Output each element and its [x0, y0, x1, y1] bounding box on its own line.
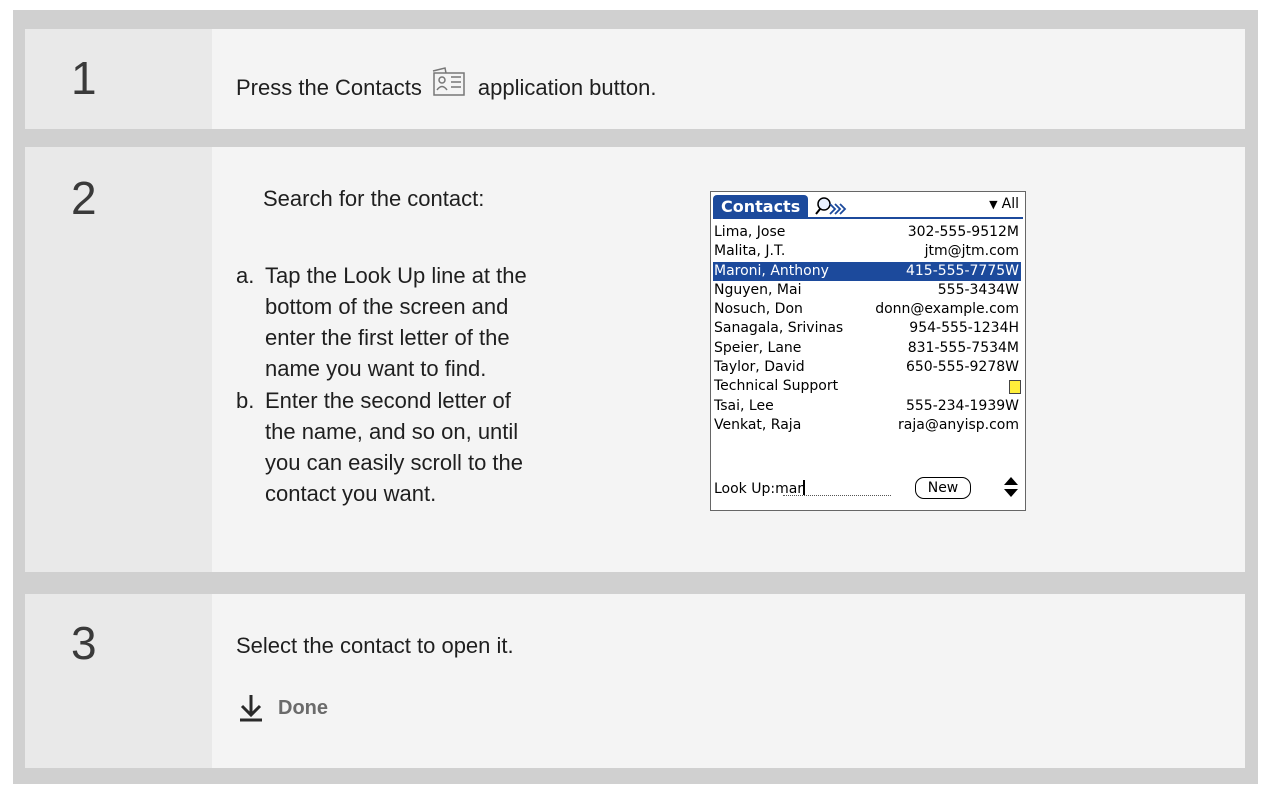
- step-number: 3: [71, 617, 97, 669]
- new-button[interactable]: New: [915, 477, 971, 499]
- contact-name: Malita, J.T.: [714, 243, 786, 260]
- contact-name: Maroni, Anthony: [714, 262, 829, 279]
- contact-row[interactable]: Sanagala, Srivinas 954-555-1234H: [713, 319, 1021, 338]
- contact-detail: 555-234-1939W: [905, 397, 1019, 414]
- contact-name: Taylor, David: [714, 359, 805, 376]
- substep-letter: b.: [236, 388, 255, 413]
- substep-text: Enter the second letter of the name, and…: [265, 388, 524, 506]
- contacts-card-icon: [430, 65, 470, 99]
- note-icon[interactable]: [1009, 380, 1021, 395]
- contact-name: Speier, Lane: [714, 339, 802, 356]
- contact-row[interactable]: Taylor, David 650-555-9278W: [713, 358, 1021, 377]
- step-number-panel: 2: [25, 147, 212, 572]
- palm-title[interactable]: Contacts: [713, 195, 809, 218]
- palm-contacts-screenshot: Contacts ▼ All Lima, Jose 302-555-9512M Mal…: [710, 191, 1026, 511]
- contact-name: Venkat, Raja: [714, 416, 802, 433]
- contact-name: Tsai, Lee: [714, 397, 774, 414]
- contact-row[interactable]: Nosuch, Don donn@example.com: [713, 300, 1021, 319]
- step-3: 3 Select the contact to open it. Done: [25, 594, 1245, 768]
- contact-list: Lima, Jose 302-555-9512M Malita, J.T. jtm@j…: [713, 223, 1021, 435]
- step-3-text: Select the contact to open it.: [236, 633, 514, 658]
- lookup-underline: [783, 495, 891, 496]
- palm-title-rule: [713, 217, 1023, 219]
- step-body: Press the Contacts application button.: [212, 29, 1245, 129]
- contact-detail: 555-3434W: [937, 281, 1019, 298]
- contact-row[interactable]: Malita, J.T. jtm@jtm.com: [713, 242, 1021, 261]
- category-label: All: [1001, 196, 1019, 212]
- substep-letter: a.: [236, 263, 255, 288]
- contact-name: Nguyen, Mai: [714, 281, 802, 298]
- contact-detail: 415-555-7775W: [905, 262, 1019, 279]
- step-number: 1: [71, 52, 97, 104]
- contact-name: Technical Support: [714, 378, 839, 395]
- dropdown-triangle-icon: ▼: [989, 198, 998, 211]
- contact-name: Lima, Jose: [714, 224, 786, 240]
- category-dropdown[interactable]: ▼ All: [989, 196, 1019, 212]
- scroll-arrows-icon[interactable]: [1003, 476, 1019, 498]
- contact-row[interactable]: Speier, Lane 831-555-7534M: [713, 339, 1021, 358]
- contact-row[interactable]: Tsai, Lee 555-234-1939W: [713, 397, 1021, 416]
- contact-name: Nosuch, Don: [714, 301, 803, 318]
- contact-detail: raja@anyisp.com: [898, 416, 1019, 433]
- step-1-text: Press the Contacts application button.: [236, 67, 657, 105]
- contact-detail: 831-555-7534M: [907, 339, 1019, 356]
- substep-text: Tap the Look Up line at the bottom of th…: [265, 263, 527, 381]
- step-body: Search for the contact: a. Tap the Look …: [212, 147, 1245, 572]
- contact-detail: donn@example.com: [875, 301, 1019, 318]
- step-2: 2 Search for the contact: a. Tap the Loo…: [25, 147, 1245, 572]
- contact-row[interactable]: Technical Support: [713, 377, 1021, 396]
- step-number: 2: [71, 172, 97, 224]
- contact-detail: 650-555-9278W: [905, 359, 1019, 376]
- contact-row[interactable]: Lima, Jose 302-555-9512M: [713, 223, 1021, 242]
- contact-detail: 302-555-9512M: [907, 224, 1019, 240]
- step-1: 1 Press the Contacts application button.: [25, 29, 1245, 129]
- step-2-intro: Search for the contact:: [263, 186, 485, 211]
- contact-row[interactable]: Nguyen, Mai 555-3434W: [713, 281, 1021, 300]
- substep-a: a. Tap the Look Up line at the bottom of…: [236, 260, 556, 390]
- done-label: Done: [278, 696, 328, 719]
- text-cursor: [803, 480, 806, 495]
- steps-frame: 1 Press the Contacts application button.…: [13, 10, 1258, 784]
- contact-detail: jtm@jtm.com: [924, 243, 1019, 260]
- substep-b: b. Enter the second letter of the name, …: [236, 385, 556, 515]
- step-1-text-after: application button.: [477, 75, 657, 100]
- step-body: Select the contact to open it. Done: [212, 594, 1245, 768]
- contact-name: Sanagala, Srivinas: [714, 320, 844, 337]
- step-1-text-before: Press the Contacts: [236, 75, 422, 100]
- contact-row[interactable]: Maroni, Anthony 415-555-7775W: [713, 261, 1021, 281]
- down-arrow-icon: [240, 695, 262, 722]
- search-icon[interactable]: [815, 196, 851, 216]
- done-marker: Done: [238, 694, 328, 722]
- contact-detail: 954-555-1234H: [909, 320, 1019, 337]
- step-number-panel: 3: [25, 594, 212, 768]
- contact-row[interactable]: Venkat, Raja raja@anyisp.com: [713, 416, 1021, 435]
- step-number-panel: 1: [25, 29, 212, 129]
- lookup-label: Look Up:: [714, 481, 776, 497]
